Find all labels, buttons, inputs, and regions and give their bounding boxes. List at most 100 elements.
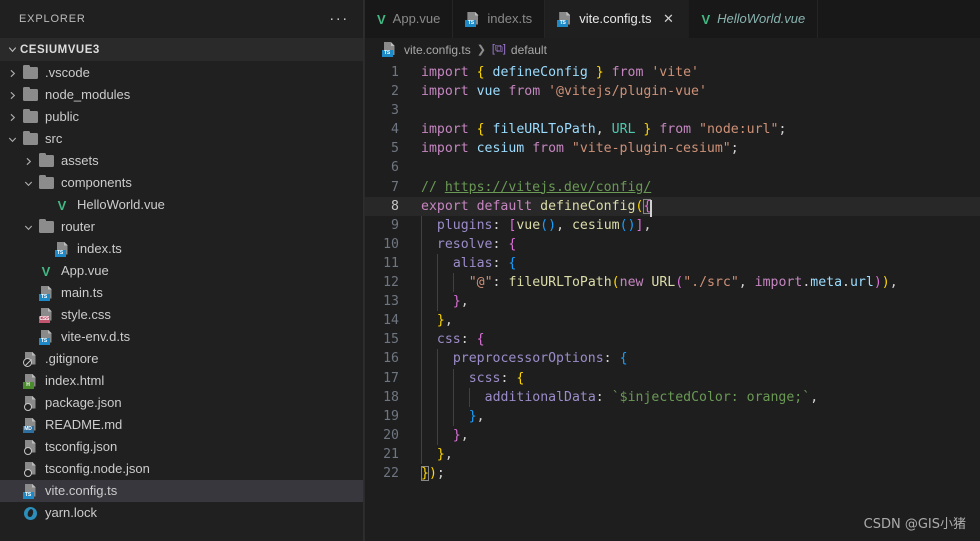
code-text: scss: { bbox=[421, 368, 980, 388]
chevron-down-icon[interactable] bbox=[4, 134, 20, 145]
tree-item-src[interactable]: src bbox=[0, 128, 364, 150]
tree-item-vite-env-d-ts[interactable]: TS vite-env.d.ts bbox=[0, 326, 364, 348]
vue-file-icon: V bbox=[57, 197, 67, 213]
file-tree: .vscode node_modules public src assets compon… bbox=[0, 61, 364, 541]
chevron-right-icon[interactable] bbox=[20, 156, 36, 167]
breadcrumb-symbol[interactable]: default bbox=[511, 43, 547, 57]
code-line[interactable]: 15 css: { bbox=[365, 330, 980, 350]
code-line[interactable]: 3 bbox=[365, 101, 980, 120]
tree-item-app-vue[interactable]: V App.vue bbox=[0, 260, 364, 282]
chevron-down-icon[interactable] bbox=[20, 178, 36, 189]
code-line[interactable]: 6 bbox=[365, 158, 980, 177]
tree-item-readme-md[interactable]: MD README.md bbox=[0, 414, 364, 436]
code-text: export default defineConfig({ bbox=[421, 197, 980, 217]
code-line[interactable]: 22}); bbox=[365, 464, 980, 483]
code-line[interactable]: 1 import { defineConfig } from 'vite' bbox=[365, 63, 980, 82]
code-line[interactable]: 2 import vue from '@vitejs/plugin-vue' bbox=[365, 82, 980, 101]
tree-item-label: style.css bbox=[61, 307, 111, 322]
tree-item-main-ts[interactable]: TS main.ts bbox=[0, 282, 364, 304]
tree-item-package-json[interactable]: package.json bbox=[0, 392, 364, 414]
tree-item-tsconfig-node-json[interactable]: tsconfig.node.json bbox=[0, 458, 364, 480]
root-folder-row[interactable]: CESIUMVUE3 bbox=[0, 38, 364, 61]
editor-tab-vite-config-ts[interactable]: TS vite.config.ts ✕ bbox=[545, 0, 690, 38]
editor-group: V App.vue TS index.ts TS vite.config.ts ✕ V Hell… bbox=[365, 0, 980, 541]
tree-item-components[interactable]: components bbox=[0, 172, 364, 194]
tree-item-helloworld-vue[interactable]: V HelloWorld.vue bbox=[0, 194, 364, 216]
more-actions-icon[interactable]: ··· bbox=[328, 8, 350, 30]
code-text: }); bbox=[421, 465, 445, 481]
tree-item-label: package.json bbox=[45, 395, 122, 410]
vue-file-icon: V bbox=[377, 11, 386, 27]
tree-item--gitignore[interactable]: .gitignore bbox=[0, 348, 364, 370]
tree-item-index-html[interactable]: Hindex.html bbox=[0, 370, 364, 392]
tab-label: HelloWorld.vue bbox=[717, 11, 806, 26]
code-line[interactable]: 19 }, bbox=[365, 406, 980, 426]
tree-item-router[interactable]: router bbox=[0, 216, 364, 238]
chevron-right-icon: ❯ bbox=[476, 44, 486, 56]
tab-label: vite.config.ts bbox=[579, 11, 652, 26]
code-line[interactable]: 7 // https://vitejs.dev/config/ bbox=[365, 178, 980, 197]
chevron-down-icon[interactable] bbox=[20, 222, 36, 233]
line-number: 14 bbox=[383, 313, 399, 329]
code-text: import cesium from "vite-plugin-cesium"; bbox=[421, 141, 739, 157]
code-line[interactable]: 9 plugins: [vue(), cesium()], bbox=[365, 215, 980, 235]
tree-item-index-ts[interactable]: TS index.ts bbox=[0, 238, 364, 260]
yarn-lock-file-icon bbox=[20, 506, 40, 520]
editor-tab-helloworld-vue[interactable]: V HelloWorld.vue bbox=[689, 0, 819, 38]
line-number: 22 bbox=[383, 465, 399, 481]
line-number: 8 bbox=[391, 198, 399, 214]
chevron-down-icon bbox=[4, 44, 20, 55]
code-line[interactable]: 17 scss: { bbox=[365, 368, 980, 388]
tree-item-label: index.ts bbox=[77, 241, 122, 256]
explorer-sidebar: EXPLORER ··· CESIUMVUE3 .vscode node_modu… bbox=[0, 0, 365, 541]
tree-item-label: README.md bbox=[45, 417, 123, 432]
line-number: 2 bbox=[391, 84, 399, 100]
code-line[interactable]: 18 additionalData: `$injectedColor: oran… bbox=[365, 387, 980, 407]
code-text: import { defineConfig } from 'vite' bbox=[421, 65, 699, 80]
tree-item-node-modules[interactable]: node_modules bbox=[0, 84, 364, 106]
tree-item-public[interactable]: public bbox=[0, 106, 364, 128]
code-line[interactable]: 4 import { fileURLToPath, URL } from "nod… bbox=[365, 120, 980, 139]
editor-tab-app-vue[interactable]: V App.vue bbox=[365, 0, 454, 38]
code-line[interactable]: 11 alias: { bbox=[365, 253, 980, 274]
sidebar-divider bbox=[363, 0, 364, 541]
close-icon[interactable]: ✕ bbox=[660, 11, 676, 27]
tree-item-yarn-lock[interactable]: yarn.lock bbox=[0, 502, 364, 524]
folder-icon bbox=[36, 218, 56, 233]
breadcrumb-file[interactable]: vite.config.ts bbox=[404, 43, 471, 57]
code-line[interactable]: 8 export default defineConfig({ bbox=[365, 196, 980, 217]
tree-item-label: components bbox=[61, 175, 132, 190]
tab-label: index.ts bbox=[487, 11, 533, 26]
code-line[interactable]: 13 }, bbox=[365, 292, 980, 312]
folder-icon bbox=[36, 174, 56, 189]
tree-item-tsconfig-json[interactable]: tsconfig.json bbox=[0, 436, 364, 458]
tree-item-label: main.ts bbox=[61, 285, 103, 300]
code-text: import vue from '@vitejs/plugin-vue' bbox=[421, 84, 707, 100]
code-line[interactable]: 5 import cesium from "vite-plugin-cesium"… bbox=[365, 139, 980, 158]
folder-icon bbox=[20, 64, 40, 79]
code-editor[interactable]: 1 import { defineConfig } from 'vite' 2 imp… bbox=[365, 61, 980, 541]
tree-item-label: vite.config.ts bbox=[45, 483, 118, 498]
ts-file-icon: TS bbox=[381, 42, 397, 57]
code-line[interactable]: 20 }, bbox=[365, 425, 980, 445]
tree-item-assets[interactable]: assets bbox=[0, 150, 364, 172]
code-line[interactable]: 10 resolve: { bbox=[365, 234, 980, 254]
code-line[interactable]: 14 }, bbox=[365, 311, 980, 331]
code-text: }, bbox=[421, 311, 980, 331]
editor-tab-index-ts[interactable]: TS index.ts bbox=[453, 0, 546, 38]
chevron-right-icon[interactable] bbox=[4, 90, 20, 101]
tree-item--vscode[interactable]: .vscode bbox=[0, 62, 364, 84]
chevron-right-icon[interactable] bbox=[4, 68, 20, 79]
line-number: 21 bbox=[383, 446, 399, 462]
code-line[interactable]: 21 }, bbox=[365, 444, 980, 464]
tree-item-label: tsconfig.json bbox=[45, 439, 118, 454]
code-line[interactable]: 16 preprocessorOptions: { bbox=[365, 349, 980, 369]
tree-item-vite-config-ts[interactable]: TS vite.config.ts bbox=[0, 480, 364, 502]
tree-item-style-css[interactable]: CSS style.css bbox=[0, 304, 364, 326]
code-line[interactable]: 12 "@": fileURLToPath(new URL("./src", i… bbox=[365, 273, 980, 293]
folder-icon bbox=[36, 152, 56, 167]
vue-file-icon: V bbox=[41, 263, 51, 279]
chevron-right-icon[interactable] bbox=[4, 112, 20, 123]
code-text: resolve: { bbox=[421, 234, 980, 254]
code-text: preprocessorOptions: { bbox=[421, 349, 980, 369]
